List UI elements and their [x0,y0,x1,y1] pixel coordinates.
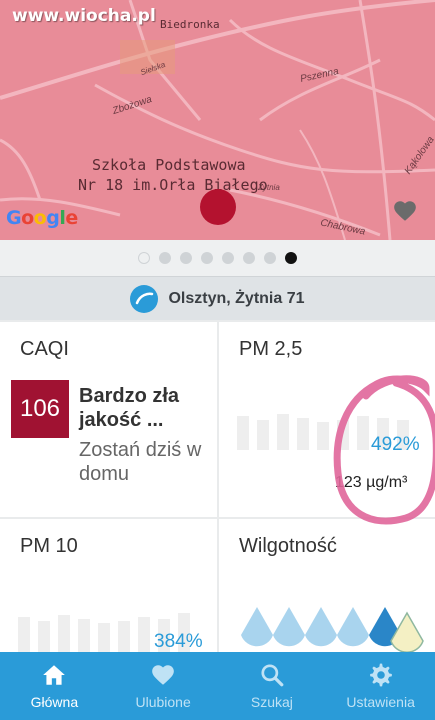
caqi-advice: Zostań dziś w domu [79,439,202,485]
pm10-title: PM 10 [20,535,78,557]
history-bar [277,414,289,450]
nav-item-search[interactable]: Szukaj [218,652,327,720]
location-name: Olsztyn, Żytnia 71 [168,289,305,307]
history-bar [317,422,329,450]
page-indicator [0,240,435,276]
pm25-title: PM 2,5 [239,338,303,360]
history-bar [297,418,309,450]
google-logo: Google [6,207,78,229]
search-icon [261,664,284,687]
nav-label: Główna [30,694,79,710]
nav-item-home[interactable]: Główna [0,652,109,720]
pager-dot[interactable] [222,252,234,264]
history-bar [257,420,269,450]
history-bar [118,621,130,652]
history-bar [237,416,249,450]
history-bar [38,621,50,652]
pager-dot-active[interactable] [285,252,297,264]
map-street-zytnia: Żytnia [258,183,280,192]
pager-dot[interactable] [201,252,213,264]
location-logo-icon [130,284,159,313]
history-bar [98,623,110,652]
pager-dot[interactable] [264,252,276,264]
history-bar [337,420,349,450]
caqi-card[interactable]: CAQI 106 Bardzo zła jakość ... Zostań dz… [0,322,217,517]
pm25-percent: 492% [371,434,420,455]
nav-item-settings[interactable]: Ustawienia [326,652,435,720]
pager-dot[interactable] [159,252,171,264]
nav-label: Ustawienia [346,694,415,710]
nav-label: Szukaj [250,694,293,710]
watermark: www.wiocha.pl [12,6,156,26]
home-icon [43,665,66,685]
humidity-drops-icon [241,607,424,652]
heart-icon [152,665,174,685]
map-label-school-2: Nr 18 im.Orła Białego [78,176,268,194]
location-pin[interactable] [200,189,236,225]
app-screen: www.wiocha.pl Biedronka Szkoła Podstawow… [0,0,435,720]
caqi-status: Bardzo zła jakość ... [79,385,180,431]
history-bar [18,617,30,652]
humidity-card[interactable]: Wilgotność [219,519,435,652]
map-label-school-1: Szkoła Podstawowa [92,156,246,174]
nav-item-favorites[interactable]: Ulubione [109,652,218,720]
pager-dot[interactable] [180,252,192,264]
bottom-navigation: Główna Ulubione Szukaj Ustawienia [0,652,435,720]
pm10-percent: 384% [154,631,203,652]
pager-dot-location-icon[interactable] [138,252,150,264]
history-bar [78,619,90,652]
favorite-heart-icon[interactable] [392,198,418,224]
settings-icon [369,663,392,687]
caqi-value-badge: 106 [11,380,69,438]
history-bar [58,615,70,652]
location-header: Olsztyn, Żytnia 71 [0,276,435,320]
humidity-title: Wilgotność [239,535,337,557]
map-view[interactable]: www.wiocha.pl Biedronka Szkoła Podstawow… [0,0,435,240]
pm25-concentration: 123 µg/m³ [335,474,408,491]
pager-dot[interactable] [243,252,255,264]
history-bar [138,617,150,652]
history-bar [357,416,369,450]
pm25-card[interactable]: PM 2,5 492% 123 µg/m³ [219,322,435,517]
map-label-biedronka: Biedronka [160,18,220,31]
nav-label: Ulubione [135,694,191,710]
caqi-title: CAQI [20,338,69,360]
pm10-card[interactable]: PM 10 384% [0,519,217,652]
